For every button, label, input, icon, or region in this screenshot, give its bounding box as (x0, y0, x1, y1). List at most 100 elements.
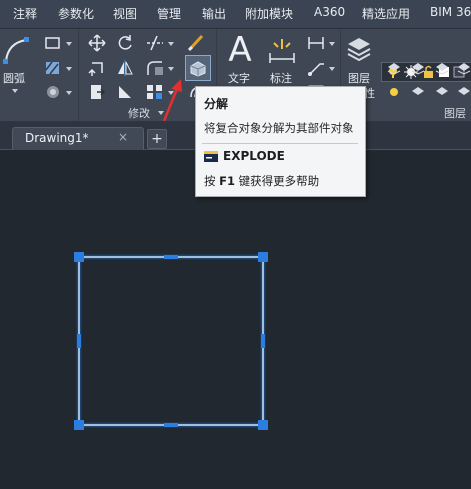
dimension-button[interactable] (266, 35, 298, 65)
selected-rectangle[interactable] (78, 256, 264, 426)
layer-tool-5[interactable] (384, 82, 404, 102)
copy-icon (88, 62, 103, 76)
layer-tool-icon (457, 63, 471, 75)
tooltip-command-name: EXPLODE (223, 149, 285, 163)
layer-properties-label: 图层 (348, 72, 370, 85)
help-prefix: 按 (204, 174, 216, 188)
layer-tool-icon (412, 87, 424, 95)
rectangle-icon (45, 37, 60, 49)
arc-label: 圆弧 (3, 72, 25, 85)
tooltip-divider (202, 143, 358, 144)
tab-annotate[interactable]: 注释 (13, 5, 37, 22)
copy-button[interactable] (87, 58, 107, 78)
rotate-icon (118, 35, 132, 50)
midpoint-grip[interactable] (164, 423, 178, 427)
rotate-button[interactable] (115, 33, 135, 53)
layer-tool-icon (436, 87, 448, 95)
gradient-button[interactable] (43, 82, 63, 102)
tab-manage[interactable]: 管理 (157, 5, 181, 22)
close-icon[interactable]: × (118, 130, 128, 144)
file-tab-drawing1[interactable]: Drawing1* × (12, 127, 144, 150)
corner-grip[interactable] (74, 420, 84, 430)
tab-view[interactable]: 视图 (113, 5, 137, 22)
layer-properties-icon (347, 38, 371, 62)
tooltip-description: 将复合对象分解为其部件对象 (204, 121, 354, 135)
layer-tool-2[interactable] (408, 58, 428, 78)
tab-parametric[interactable]: 参数化 (58, 5, 94, 22)
rectangle-button[interactable] (43, 33, 63, 53)
layer-tool-icon (458, 87, 470, 95)
hatch-dropdown-caret[interactable] (66, 67, 72, 71)
scale-button[interactable] (115, 82, 135, 102)
layer-tool-icon (435, 63, 449, 75)
text-button[interactable]: A (222, 31, 258, 69)
ribbon-tab-bar: 注释 参数化 视图 管理 输出 附加模块 A360 精选应用 BIM 36 (0, 0, 471, 29)
hatch-button[interactable] (43, 58, 63, 78)
stretch-button[interactable] (87, 82, 107, 102)
layer-tool-icon (390, 88, 398, 96)
layer-tool-icon (387, 63, 401, 75)
add-tab-button[interactable]: + (147, 129, 167, 149)
explode-button[interactable] (185, 55, 211, 81)
explode-icon (190, 61, 206, 77)
move-button[interactable] (87, 33, 107, 53)
leader-dropdown-caret[interactable] (329, 67, 335, 71)
move-icon (88, 34, 106, 52)
scale-icon (119, 86, 131, 98)
help-suffix: 键获得更多帮助 (238, 174, 320, 188)
layer-tool-1[interactable] (384, 58, 404, 78)
layers-panel-label: 图层 (444, 107, 466, 120)
linear-dimension-caret[interactable] (329, 42, 335, 46)
explode-tooltip: 分解 将复合对象分解为其部件对象 EXPLODE 按 F1 键获得更多帮助 (195, 86, 366, 197)
mirror-button[interactable] (115, 58, 135, 78)
panel-divider (78, 29, 79, 129)
tab-addins[interactable]: 附加模块 (245, 5, 293, 22)
gradient-icon (47, 86, 59, 98)
trim-dropdown-caret[interactable] (168, 42, 174, 46)
erase-icon (187, 34, 204, 52)
tab-bim360[interactable]: BIM 36 (430, 5, 471, 19)
linear-dimension-button[interactable] (306, 33, 326, 53)
layer-tool-4[interactable] (454, 58, 471, 78)
drawing-canvas[interactable] (0, 150, 471, 489)
erase-button[interactable] (186, 32, 206, 52)
layer-tool-icon (411, 63, 425, 75)
help-key: F1 (219, 174, 236, 188)
layer-tool-3[interactable] (432, 58, 452, 78)
selection-glow (76, 254, 266, 428)
linear-dimension-icon (308, 37, 324, 49)
tab-output[interactable]: 输出 (202, 5, 226, 22)
layer-tool-8[interactable] (454, 82, 471, 102)
leader-button[interactable] (306, 58, 326, 78)
midpoint-grip[interactable] (77, 334, 81, 348)
trim-button[interactable] (145, 33, 165, 53)
arc-dropdown-caret[interactable] (12, 89, 18, 93)
tab-featured-apps[interactable]: 精选应用 (362, 5, 410, 22)
text-button-label: 文字 (228, 72, 250, 85)
hatch-icon (45, 61, 59, 75)
layer-tool-7[interactable] (432, 82, 452, 102)
trim-icon (147, 35, 163, 51)
mirror-icon (118, 60, 133, 76)
command-line-icon (204, 151, 218, 162)
corner-grip[interactable] (258, 420, 268, 430)
corner-grip[interactable] (258, 252, 268, 262)
midpoint-grip[interactable] (261, 334, 265, 348)
dimension-icon (269, 39, 295, 63)
midpoint-grip[interactable] (164, 255, 178, 259)
tab-a360[interactable]: A360 (314, 5, 345, 19)
leader-icon (308, 63, 324, 76)
layer-properties-button[interactable] (345, 33, 373, 65)
gradient-dropdown-caret[interactable] (66, 91, 72, 95)
fillet-dropdown-caret[interactable] (168, 67, 174, 71)
corner-grip[interactable] (74, 252, 84, 262)
layer-tool-6[interactable] (408, 82, 428, 102)
file-tab-label: Drawing1* (25, 131, 89, 145)
dimension-button-label: 标注 (270, 72, 292, 85)
text-icon: A (228, 30, 252, 70)
arc-button[interactable] (2, 35, 32, 65)
plus-icon: + (151, 131, 163, 147)
stretch-icon (91, 85, 106, 99)
rectangle-dropdown-caret[interactable] (66, 42, 72, 46)
red-pointer-arrow (162, 79, 182, 122)
